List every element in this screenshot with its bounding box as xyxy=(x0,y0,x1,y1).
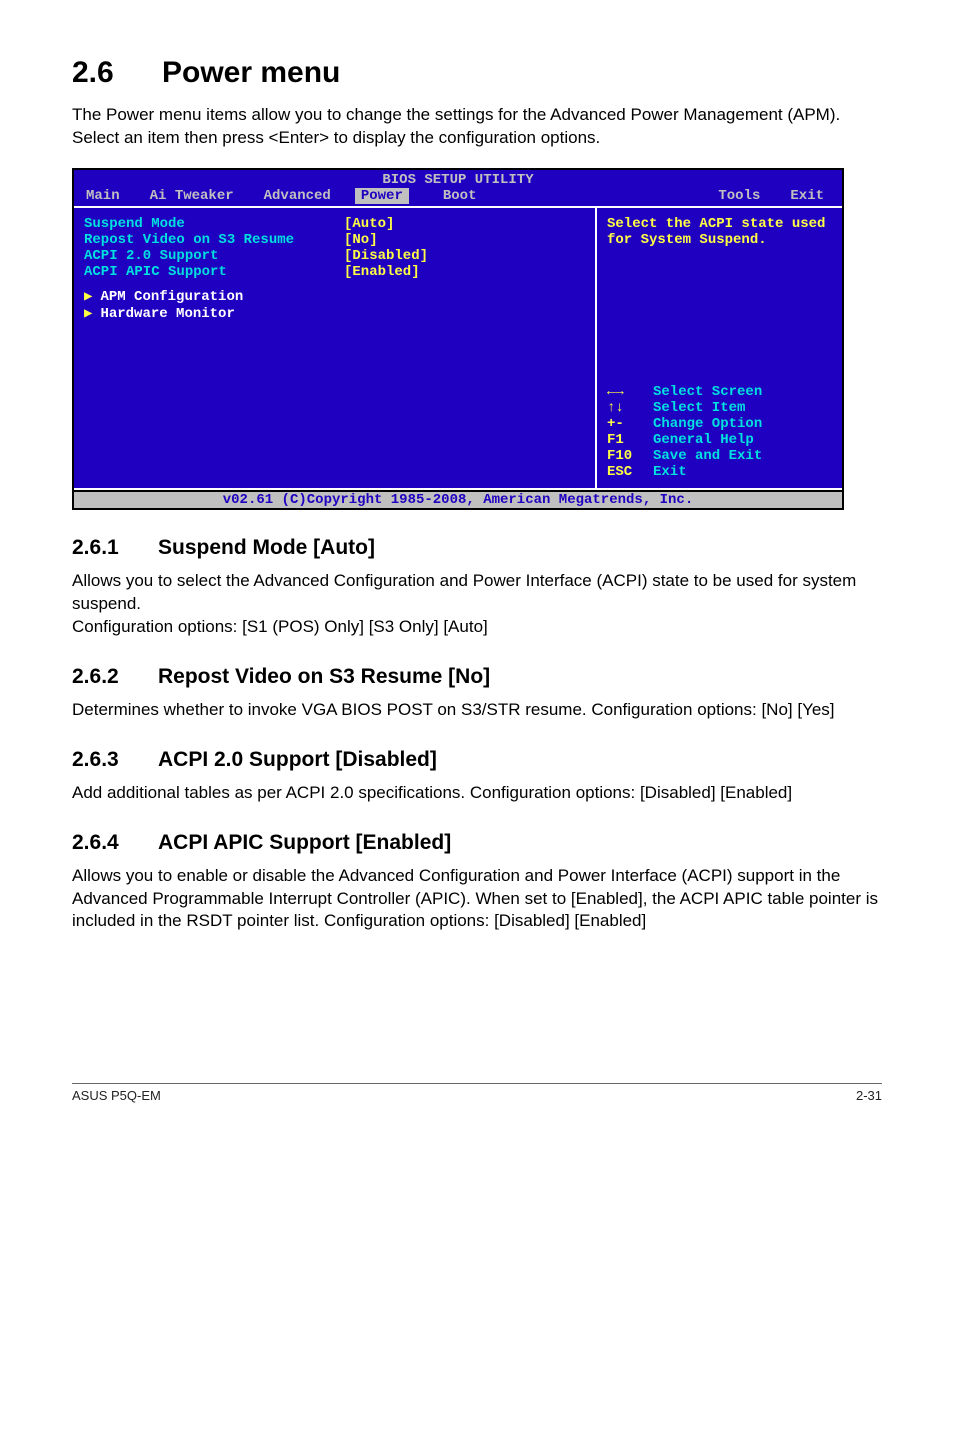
bios-tab-tools: Tools xyxy=(706,188,778,204)
subsection-number: 2.6.3 xyxy=(72,748,158,772)
bios-item-value: [Auto] xyxy=(344,216,394,232)
subsection-para: Allows you to select the Advanced Config… xyxy=(72,570,882,616)
bios-help-text: Select the ACPI state used for System Su… xyxy=(607,216,832,248)
bios-item-label: ACPI APIC Support xyxy=(84,264,344,280)
bios-key-sym: ←→ xyxy=(607,384,653,400)
bios-key-sym: F10 xyxy=(607,448,653,464)
bios-right-pane: Select the ACPI state used for System Su… xyxy=(597,208,842,488)
bios-item-label: Suspend Mode xyxy=(84,216,344,232)
bios-key-sym: F1 xyxy=(607,432,653,448)
bios-tab-boot: Boot xyxy=(431,188,495,204)
bios-item-label: Repost Video on S3 Resume xyxy=(84,232,344,248)
bios-submenu: ▶ APM Configuration xyxy=(84,288,585,305)
section-title-text: Power menu xyxy=(162,56,340,89)
bios-item-value: [Enabled] xyxy=(344,264,420,280)
bios-tab-bar: Main Ai Tweaker Advanced Power Boot Tool… xyxy=(74,188,842,206)
subsection-para: Determines whether to invoke VGA BIOS PO… xyxy=(72,699,882,722)
bios-item: ACPI 2.0 Support [Disabled] xyxy=(84,248,585,264)
bios-copyright: v02.61 (C)Copyright 1985-2008, American … xyxy=(74,490,842,508)
bios-key-row: ←→Select Screen xyxy=(607,384,832,400)
bios-key-legend: ←→Select Screen ↑↓Select Item +- Change … xyxy=(607,384,832,480)
bios-key-desc: Select Item xyxy=(653,400,745,416)
subsection-heading: 2.6.4ACPI APIC Support [Enabled] xyxy=(72,831,882,855)
subsection-title: Repost Video on S3 Resume [No] xyxy=(158,665,490,688)
bios-item-label: ACPI 2.0 Support xyxy=(84,248,344,264)
bios-tab-exit: Exit xyxy=(778,188,842,204)
bios-key-row: ↑↓Select Item xyxy=(607,400,832,416)
bios-item-value: [No] xyxy=(344,232,378,248)
section-heading: 2.6Power menu xyxy=(72,56,882,90)
subsection-number: 2.6.4 xyxy=(72,831,158,855)
triangle-icon: ▶ xyxy=(84,306,92,322)
bios-key-desc: Select Screen xyxy=(653,384,762,400)
bios-tab-aitweaker: Ai Tweaker xyxy=(138,188,252,204)
footer-left: ASUS P5Q-EM xyxy=(72,1088,161,1103)
subsection-heading: 2.6.1Suspend Mode [Auto] xyxy=(72,536,882,560)
bios-key-desc: Exit xyxy=(653,464,687,480)
triangle-icon: ▶ xyxy=(84,289,92,305)
bios-left-pane: Suspend Mode [Auto] Repost Video on S3 R… xyxy=(74,208,597,488)
bios-key-row: F10Save and Exit xyxy=(607,448,832,464)
footer-right: 2-31 xyxy=(856,1088,882,1103)
bios-screenshot: BIOS SETUP UTILITY Main Ai Tweaker Advan… xyxy=(72,168,844,510)
bios-item: Repost Video on S3 Resume [No] xyxy=(84,232,585,248)
bios-key-desc: Save and Exit xyxy=(653,448,762,464)
bios-header: BIOS SETUP UTILITY xyxy=(74,170,842,188)
bios-key-desc: General Help xyxy=(653,432,754,448)
bios-item: ACPI APIC Support [Enabled] xyxy=(84,264,585,280)
subsection-number: 2.6.1 xyxy=(72,536,158,560)
bios-key-sym: ESC xyxy=(607,464,653,480)
subsection-para: Add additional tables as per ACPI 2.0 sp… xyxy=(72,782,882,805)
bios-key-row: ESCExit xyxy=(607,464,832,480)
bios-key-sym: ↑↓ xyxy=(607,400,653,416)
subsection-title: Suspend Mode [Auto] xyxy=(158,536,375,559)
subsection-title: ACPI 2.0 Support [Disabled] xyxy=(158,748,437,771)
bios-item: Suspend Mode [Auto] xyxy=(84,216,585,232)
subsection-title: ACPI APIC Support [Enabled] xyxy=(158,831,451,854)
bios-tab-main: Main xyxy=(74,188,138,204)
section-number: 2.6 xyxy=(72,56,162,90)
section-intro: The Power menu items allow you to change… xyxy=(72,104,882,150)
bios-tab-advanced: Advanced xyxy=(252,188,349,204)
subsection-number: 2.6.2 xyxy=(72,665,158,689)
bios-key-desc: Change Option xyxy=(653,416,762,432)
subsection-para: Allows you to enable or disable the Adva… xyxy=(72,865,882,934)
bios-submenu: ▶ Hardware Monitor xyxy=(84,305,585,322)
bios-item-value: [Disabled] xyxy=(344,248,428,264)
subsection-heading: 2.6.2Repost Video on S3 Resume [No] xyxy=(72,665,882,689)
page-footer: ASUS P5Q-EM 2-31 xyxy=(72,1088,882,1103)
bios-key-sym: +- xyxy=(607,416,653,432)
subsection-para: Configuration options: [S1 (POS) Only] [… xyxy=(72,616,882,639)
bios-tab-power: Power xyxy=(355,188,409,204)
bios-key-row: F1General Help xyxy=(607,432,832,448)
subsection-heading: 2.6.3ACPI 2.0 Support [Disabled] xyxy=(72,748,882,772)
bios-submenu-label: Hardware Monitor xyxy=(100,306,234,322)
footer-divider xyxy=(72,1083,882,1084)
bios-submenu-label: APM Configuration xyxy=(100,289,243,305)
bios-key-row: +- Change Option xyxy=(607,416,832,432)
